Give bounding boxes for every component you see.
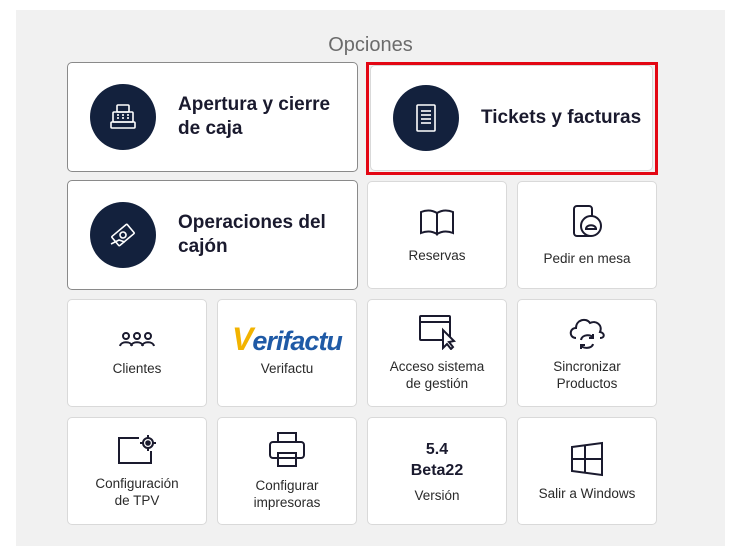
users-icon: [118, 330, 156, 352]
cloud-sync-icon: [566, 314, 608, 350]
tpv-config-label: Configuración de TPV: [95, 476, 179, 508]
window-cursor-icon: [417, 314, 457, 350]
page-title: Opciones: [328, 34, 413, 56]
sync-products-button[interactable]: Sincronizar Productos: [517, 299, 657, 407]
tickets-invoices-label: Tickets y facturas: [481, 107, 642, 128]
drawer-operations-button[interactable]: Operaciones del cajón: [67, 180, 358, 290]
options-panel: Opciones Apertura y cierre de caja Ticke…: [16, 10, 725, 546]
windows-icon: [569, 441, 605, 477]
version-number: 5.4: [425, 440, 449, 458]
version-button[interactable]: 5.4 Beta22 Versión: [367, 417, 507, 525]
cash-open-close-label: Apertura y cierre de caja: [178, 94, 331, 139]
exit-windows-button[interactable]: Salir a Windows: [517, 417, 657, 525]
clients-button[interactable]: Clientes: [67, 299, 207, 407]
cash-register-icon: [90, 84, 156, 150]
management-access-label: Acceso sistema de gestión: [389, 359, 485, 391]
tpv-config-button[interactable]: Configuración de TPV: [67, 417, 207, 525]
screen-gear-icon: [115, 433, 159, 467]
reservations-button[interactable]: Reservas: [367, 181, 507, 289]
clients-label: Clientes: [112, 360, 162, 376]
reservations-label: Reservas: [408, 247, 466, 263]
version-label: Versión: [414, 487, 460, 503]
tickets-invoices-button[interactable]: Tickets y facturas: [370, 65, 653, 171]
receipt-icon: [393, 85, 459, 151]
version-build: Beta22: [410, 461, 464, 479]
table-order-label: Pedir en mesa: [543, 250, 631, 266]
printer-icon: [267, 431, 307, 469]
phone-bell-icon: [570, 204, 604, 242]
verifactu-label: Verifactu: [260, 361, 314, 376]
table-order-button[interactable]: Pedir en mesa: [517, 181, 657, 289]
book-icon: [418, 207, 456, 239]
verifactu-logo: Verifactu: [232, 321, 343, 357]
printer-config-button[interactable]: Configurar impresoras: [217, 417, 357, 525]
printer-config-label: Configurar impresoras: [253, 478, 321, 510]
verifactu-button[interactable]: Verifactu Verifactu: [217, 299, 357, 407]
exit-windows-label: Salir a Windows: [538, 485, 636, 501]
money-hand-icon: [90, 202, 156, 268]
drawer-operations-label: Operaciones del cajón: [178, 212, 326, 257]
cash-open-close-button[interactable]: Apertura y cierre de caja: [67, 62, 358, 172]
sync-products-label: Sincronizar Productos: [553, 359, 621, 391]
management-access-button[interactable]: Acceso sistema de gestión: [367, 299, 507, 407]
